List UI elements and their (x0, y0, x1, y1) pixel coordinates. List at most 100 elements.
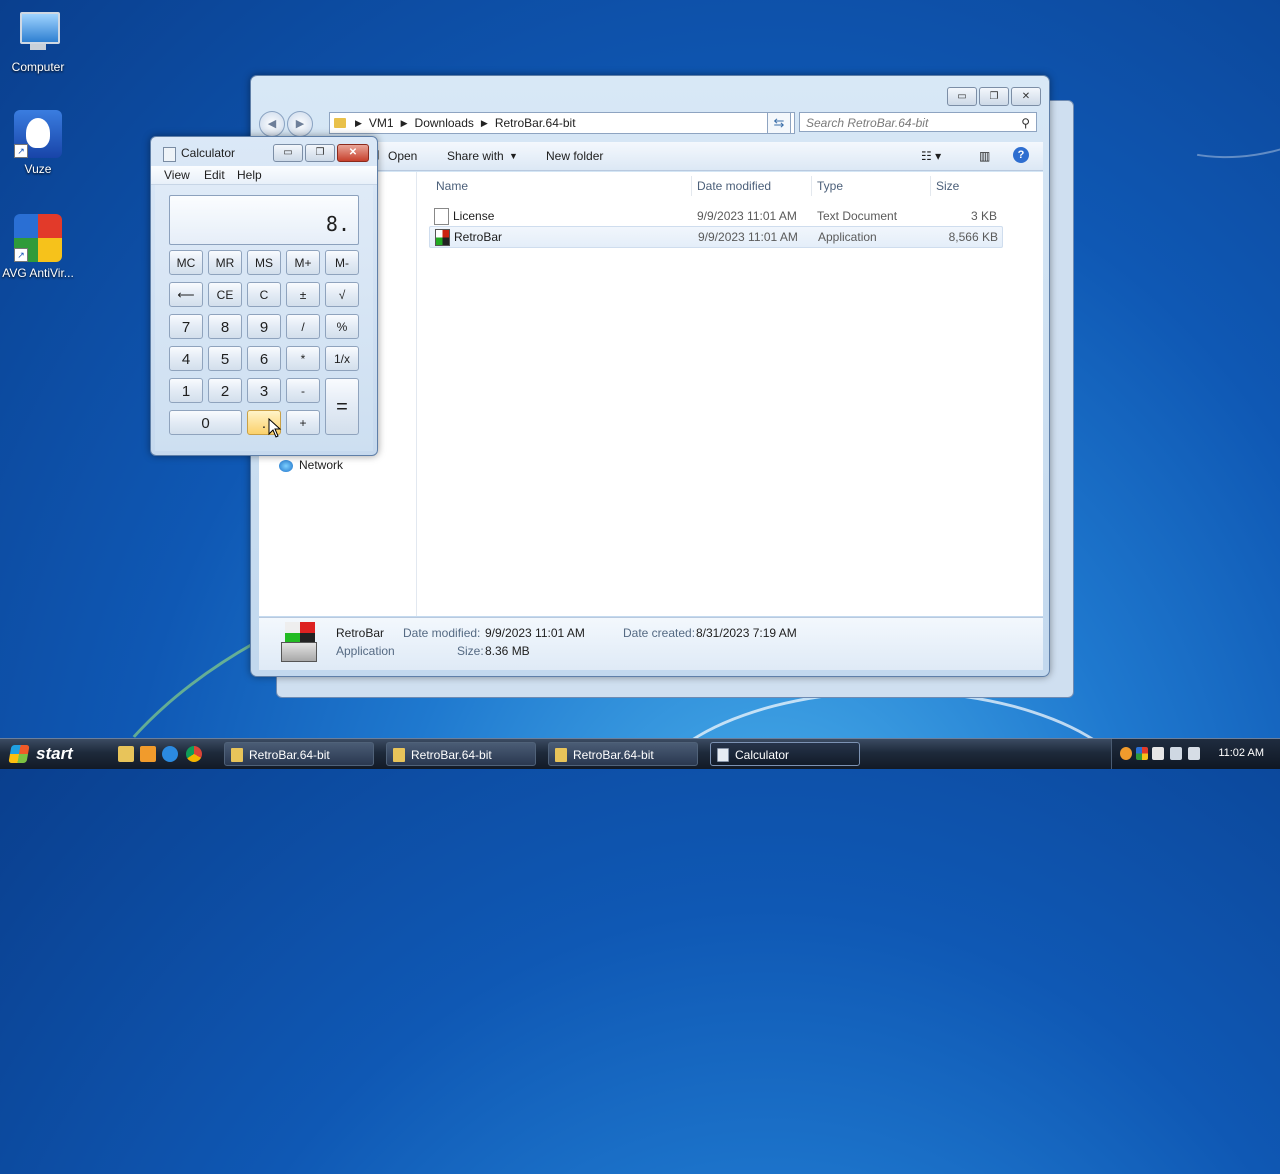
key-7[interactable]: 7 (169, 314, 203, 339)
breadcrumb-vm1[interactable]: VM1 (365, 116, 398, 130)
preview-pane-icon[interactable]: ▥ (979, 149, 990, 163)
nav-item-network[interactable]: Network (279, 458, 343, 472)
forward-button[interactable]: ▶ (287, 111, 313, 137)
search-tray-icon[interactable] (1120, 747, 1132, 760)
key-3[interactable]: 3 (247, 378, 281, 403)
key-4[interactable]: 4 (169, 346, 203, 371)
new-folder-button[interactable]: New folder (546, 149, 603, 163)
address-bar[interactable]: ▶ VM1 ▶ Downloads ▶ RetroBar.64-bit ▼ (329, 112, 795, 134)
desktop-icon-label: AVG AntiVir... (2, 266, 74, 280)
desktop-icon-avg[interactable]: ↗ AVG AntiVir... (0, 214, 76, 280)
menu-help[interactable]: Help (237, 168, 262, 182)
network-tray-icon[interactable] (1170, 747, 1182, 760)
key-8[interactable]: 8 (208, 314, 242, 339)
key-m-plus[interactable]: M+ (286, 250, 320, 275)
key-subtract[interactable]: - (286, 378, 320, 403)
details-date-created-label: Date created: (623, 626, 696, 640)
explorer-quicklaunch-icon[interactable] (118, 746, 134, 762)
key-1[interactable]: 1 (169, 378, 203, 403)
chevron-down-icon: ▼ (509, 151, 518, 161)
close-button[interactable]: ✕ (1011, 87, 1041, 106)
key-mc[interactable]: MC (169, 250, 203, 275)
details-date-modified-label: Date modified: (403, 626, 481, 640)
open-button[interactable]: Open (388, 149, 417, 163)
menu-view[interactable]: View (164, 168, 190, 182)
folder-icon (231, 748, 243, 762)
details-kind: Application (336, 644, 395, 658)
taskbar-item-calculator[interactable]: Calculator (710, 742, 860, 766)
key-reciprocal[interactable]: 1/x (325, 346, 359, 371)
column-type[interactable]: Type (817, 179, 843, 193)
file-row-license[interactable]: License 9/9/2023 11:01 AM Text Document … (429, 206, 1001, 226)
key-2[interactable]: 2 (208, 378, 242, 403)
file-type: Text Document (817, 209, 898, 223)
details-size: 8.36 MB (485, 644, 530, 658)
folder-icon (555, 748, 567, 762)
key-multiply[interactable]: * (286, 346, 320, 371)
help-icon[interactable]: ? (1013, 147, 1029, 163)
column-date-modified[interactable]: Date modified (697, 179, 771, 193)
desktop-icon-computer[interactable]: Computer (0, 8, 76, 74)
calculator-body: 8. MC MR MS M+ M- ⟵ CE C ± √ 7 8 9 / % 4… (155, 185, 373, 451)
column-name[interactable]: Name (436, 179, 468, 193)
column-size[interactable]: Size (936, 179, 959, 193)
taskbar-item-retrobar-1[interactable]: RetroBar.64-bit (224, 742, 374, 766)
search-input[interactable]: Search RetroBar.64-bit ⚲ (799, 112, 1037, 132)
key-backspace[interactable]: ⟵ (169, 282, 203, 307)
action-center-icon[interactable] (1152, 747, 1164, 760)
key-ce[interactable]: CE (208, 282, 242, 307)
key-add[interactable]: + (286, 410, 320, 435)
views-icon[interactable]: ☷ ▾ (921, 149, 941, 163)
file-name: RetroBar (454, 230, 503, 244)
clock[interactable]: 11:02 AM (1218, 747, 1264, 759)
avg-tray-icon[interactable] (1136, 747, 1148, 760)
key-c[interactable]: C (247, 282, 281, 307)
refresh-button[interactable]: ⇆ (767, 112, 791, 134)
key-equals[interactable]: = (325, 378, 359, 435)
calculator-window: Calculator ▭ ❐ ✕ View Edit Help 8. MC MR… (150, 136, 378, 456)
maximize-button[interactable]: ❐ (979, 87, 1009, 106)
volume-muted-icon[interactable] (1188, 747, 1200, 760)
maximize-button[interactable]: ❐ (305, 144, 335, 162)
media-player-quicklaunch-icon[interactable] (140, 746, 156, 762)
search-icon: ⚲ (1021, 116, 1030, 130)
start-button[interactable]: start (0, 739, 100, 769)
key-5[interactable]: 5 (208, 346, 242, 371)
key-6[interactable]: 6 (247, 346, 281, 371)
taskbar-item-retrobar-2[interactable]: RetroBar.64-bit (386, 742, 536, 766)
file-size: 8,566 KB (948, 230, 998, 244)
file-row-retrobar[interactable]: RetroBar 9/9/2023 11:01 AM Application 8… (429, 226, 1003, 248)
key-sqrt[interactable]: √ (325, 282, 359, 307)
vuze-icon: ↗ (14, 110, 62, 158)
back-button[interactable]: ◀ (259, 111, 285, 137)
minimize-button[interactable]: ▭ (947, 87, 977, 106)
key-percent[interactable]: % (325, 314, 359, 339)
windows-logo-icon (8, 745, 30, 763)
desktop-icon-vuze[interactable]: ↗ Vuze (0, 110, 76, 176)
key-plus-minus[interactable]: ± (286, 282, 320, 307)
window-title: Calculator (181, 146, 236, 160)
key-ms[interactable]: MS (247, 250, 281, 275)
system-tray: 11:02 AM (1111, 739, 1280, 769)
close-button[interactable]: ✕ (337, 144, 369, 162)
calculator-display: 8. (169, 195, 359, 245)
breadcrumb-retrobar[interactable]: RetroBar.64-bit (491, 116, 580, 130)
ie-quicklaunch-icon[interactable] (162, 746, 178, 762)
key-0[interactable]: 0 (169, 410, 242, 435)
key-divide[interactable]: / (286, 314, 320, 339)
folder-icon (393, 748, 405, 762)
key-9[interactable]: 9 (247, 314, 281, 339)
key-m-minus[interactable]: M- (325, 250, 359, 275)
file-type: Application (818, 230, 877, 244)
breadcrumb-downloads[interactable]: Downloads (411, 116, 478, 130)
wallpaper-swoosh (640, 690, 1146, 936)
menu-edit[interactable]: Edit (204, 168, 225, 182)
share-with-button[interactable]: Share with (447, 149, 504, 163)
chrome-quicklaunch-icon[interactable] (186, 746, 202, 762)
avg-icon: ↗ (14, 214, 62, 262)
folder-icon (334, 118, 346, 128)
taskbar-item-retrobar-3[interactable]: RetroBar.64-bit (548, 742, 698, 766)
menu-bar: View Edit Help (151, 166, 377, 185)
key-mr[interactable]: MR (208, 250, 242, 275)
minimize-button[interactable]: ▭ (273, 144, 303, 162)
